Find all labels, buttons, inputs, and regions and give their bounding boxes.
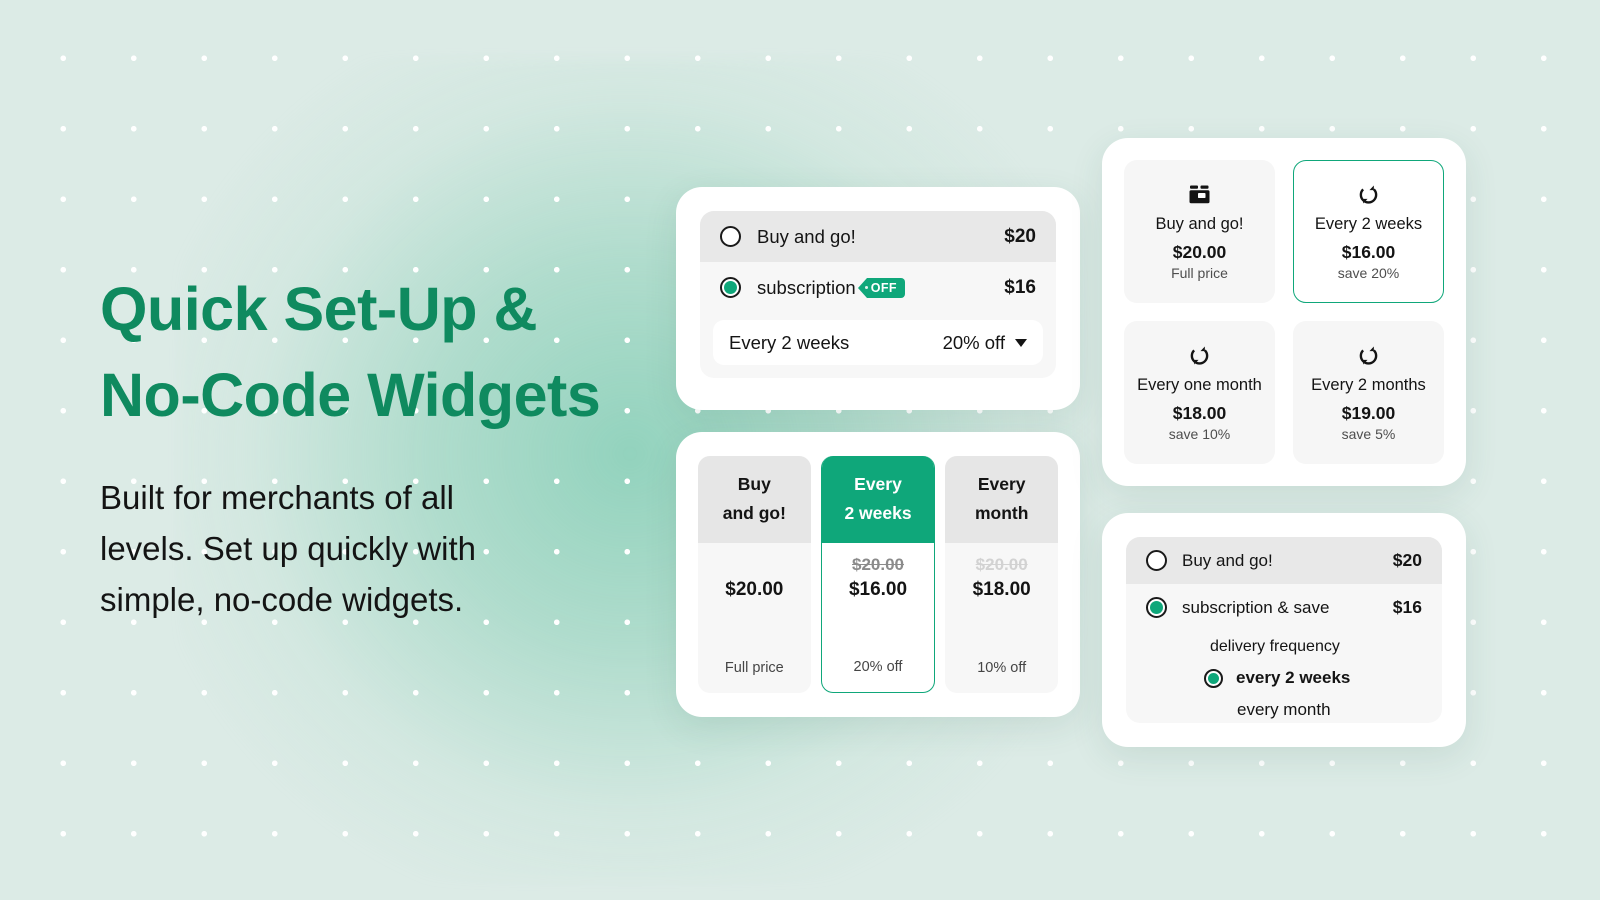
widget-column-selector: Buy and go! $20.00 Full price Every 2 we… <box>676 432 1080 717</box>
column-title: Every month <box>945 456 1059 543</box>
radio-option-group: Buy and go! $20 subscription OFF $16 Eve… <box>700 211 1056 378</box>
plan-title: Every 2 weeks <box>1314 214 1423 233</box>
plan-title: Every 2 months <box>1311 375 1426 394</box>
option-price: $20 <box>1004 225 1036 247</box>
sub-option-label: every 2 weeks <box>1236 668 1351 687</box>
frequency-select[interactable]: Every 2 weeks 20% off <box>713 320 1043 365</box>
plan-price: $18.00 <box>1172 402 1227 423</box>
sub-radio-option-every-2-weeks[interactable]: every 2 weeks <box>1126 662 1442 694</box>
column-price: $16.00 <box>848 579 908 600</box>
column-note: 20% off <box>853 659 903 675</box>
plan-note: save 10% <box>1168 425 1231 442</box>
radio-icon-selected[interactable] <box>720 277 741 298</box>
widget-plan-grid: Buy and go! $20.00 Full price Every 2 we… <box>1102 138 1466 486</box>
option-label: subscription & save <box>1182 597 1330 617</box>
hero-subtitle: Built for merchants of all levels. Set u… <box>100 479 477 618</box>
column-price: $20.00 <box>725 579 784 600</box>
option-label: subscription <box>757 276 856 298</box>
column-note: 10% off <box>977 660 1027 676</box>
delivery-frequency-heading: delivery frequency <box>1210 638 1340 655</box>
refresh-icon <box>1358 344 1379 368</box>
plan-cell-every-2-weeks[interactable]: Every 2 weeks $16.00 save 20% <box>1293 160 1444 303</box>
radio-icon-selected[interactable] <box>1146 597 1167 618</box>
option-label: Buy and go! <box>1182 550 1273 570</box>
frequency-select-discount-wrap: 20% off <box>943 332 1027 354</box>
radio-option-subscription-and-save[interactable]: subscription & save $16 <box>1126 584 1442 631</box>
plan-cell-every-2-months[interactable]: Every 2 months $19.00 save 5% <box>1293 321 1444 464</box>
plan-cell-buy-and-go[interactable]: Buy and go! $20.00 Full price <box>1124 160 1275 303</box>
option-label: Buy and go! <box>757 225 856 247</box>
sub-option-label: every month <box>1237 700 1331 719</box>
radio-option-subscription[interactable]: subscription OFF $16 <box>700 262 1056 313</box>
radio-option-buy-and-go[interactable]: Buy and go! $20 <box>700 211 1056 262</box>
radio-option-buy-and-go[interactable]: Buy and go! $20 <box>1126 537 1442 584</box>
sub-radio-option-every-month[interactable]: every month <box>1126 694 1442 723</box>
column-list: Buy and go! $20.00 Full price Every 2 we… <box>698 456 1059 693</box>
column-title: Every 2 weeks <box>821 456 935 543</box>
column-option-buy-and-go[interactable]: Buy and go! $20.00 Full price <box>698 456 811 693</box>
plan-title: Every one month <box>1137 375 1262 394</box>
column-option-every-month[interactable]: Every month $20.00 $18.00 10% off <box>945 456 1059 693</box>
plan-grid: Buy and go! $20.00 Full price Every 2 we… <box>1124 160 1444 464</box>
plan-note: Full price <box>1171 264 1228 281</box>
box-icon <box>1189 183 1211 207</box>
plan-cell-every-one-month[interactable]: Every one month $18.00 save 10% <box>1124 321 1275 464</box>
plan-title: Buy and go! <box>1155 214 1244 233</box>
option-price: $20 <box>1392 550 1422 570</box>
radio-icon-unselected[interactable] <box>1146 550 1167 571</box>
refresh-icon <box>1358 183 1379 207</box>
option-price: $16 <box>1004 276 1036 298</box>
column-option-every-2-weeks[interactable]: Every 2 weeks $20.00 $16.00 20% off <box>820 456 936 693</box>
column-strike-price: $20.00 <box>975 555 1028 574</box>
plan-note: save 20% <box>1337 264 1400 281</box>
discount-tag-badge: OFF <box>857 277 905 298</box>
widget-radio-nested: Buy and go! $20 subscription & save $16 … <box>1102 513 1466 747</box>
chevron-down-icon[interactable] <box>1015 338 1027 347</box>
option-price: $16 <box>1392 597 1422 617</box>
column-body: $20.00 $16.00 20% off <box>822 543 935 692</box>
column-title: Buy and go! <box>698 456 811 543</box>
radio-icon-selected[interactable] <box>1204 668 1223 688</box>
widget-radio-simple: Buy and go! $20 subscription OFF $16 Eve… <box>676 187 1080 410</box>
plan-price: $19.00 <box>1341 402 1396 423</box>
refresh-icon <box>1189 344 1210 368</box>
column-note: Full price <box>724 660 784 676</box>
plan-price: $16.00 <box>1341 241 1396 262</box>
page-title: Quick Set-Up & No-Code Widgets <box>100 275 601 429</box>
plan-price: $20.00 <box>1172 241 1227 262</box>
column-body: $20.00 $18.00 10% off <box>945 543 1058 693</box>
column-price: $18.00 <box>972 579 1031 600</box>
frequency-select-value: Every 2 weeks <box>729 331 850 353</box>
plan-note: save 5% <box>1341 425 1396 442</box>
hero-section: Quick Set-Up & No-Code Widgets Built for… <box>100 266 700 625</box>
column-body: $20.00 Full price <box>698 543 811 693</box>
frequency-select-discount: 20% off <box>942 331 1005 353</box>
radio-icon-unselected[interactable] <box>720 226 741 247</box>
nested-radio-group: Buy and go! $20 subscription & save $16 … <box>1126 537 1442 723</box>
column-strike-price: $20.00 <box>852 555 904 574</box>
